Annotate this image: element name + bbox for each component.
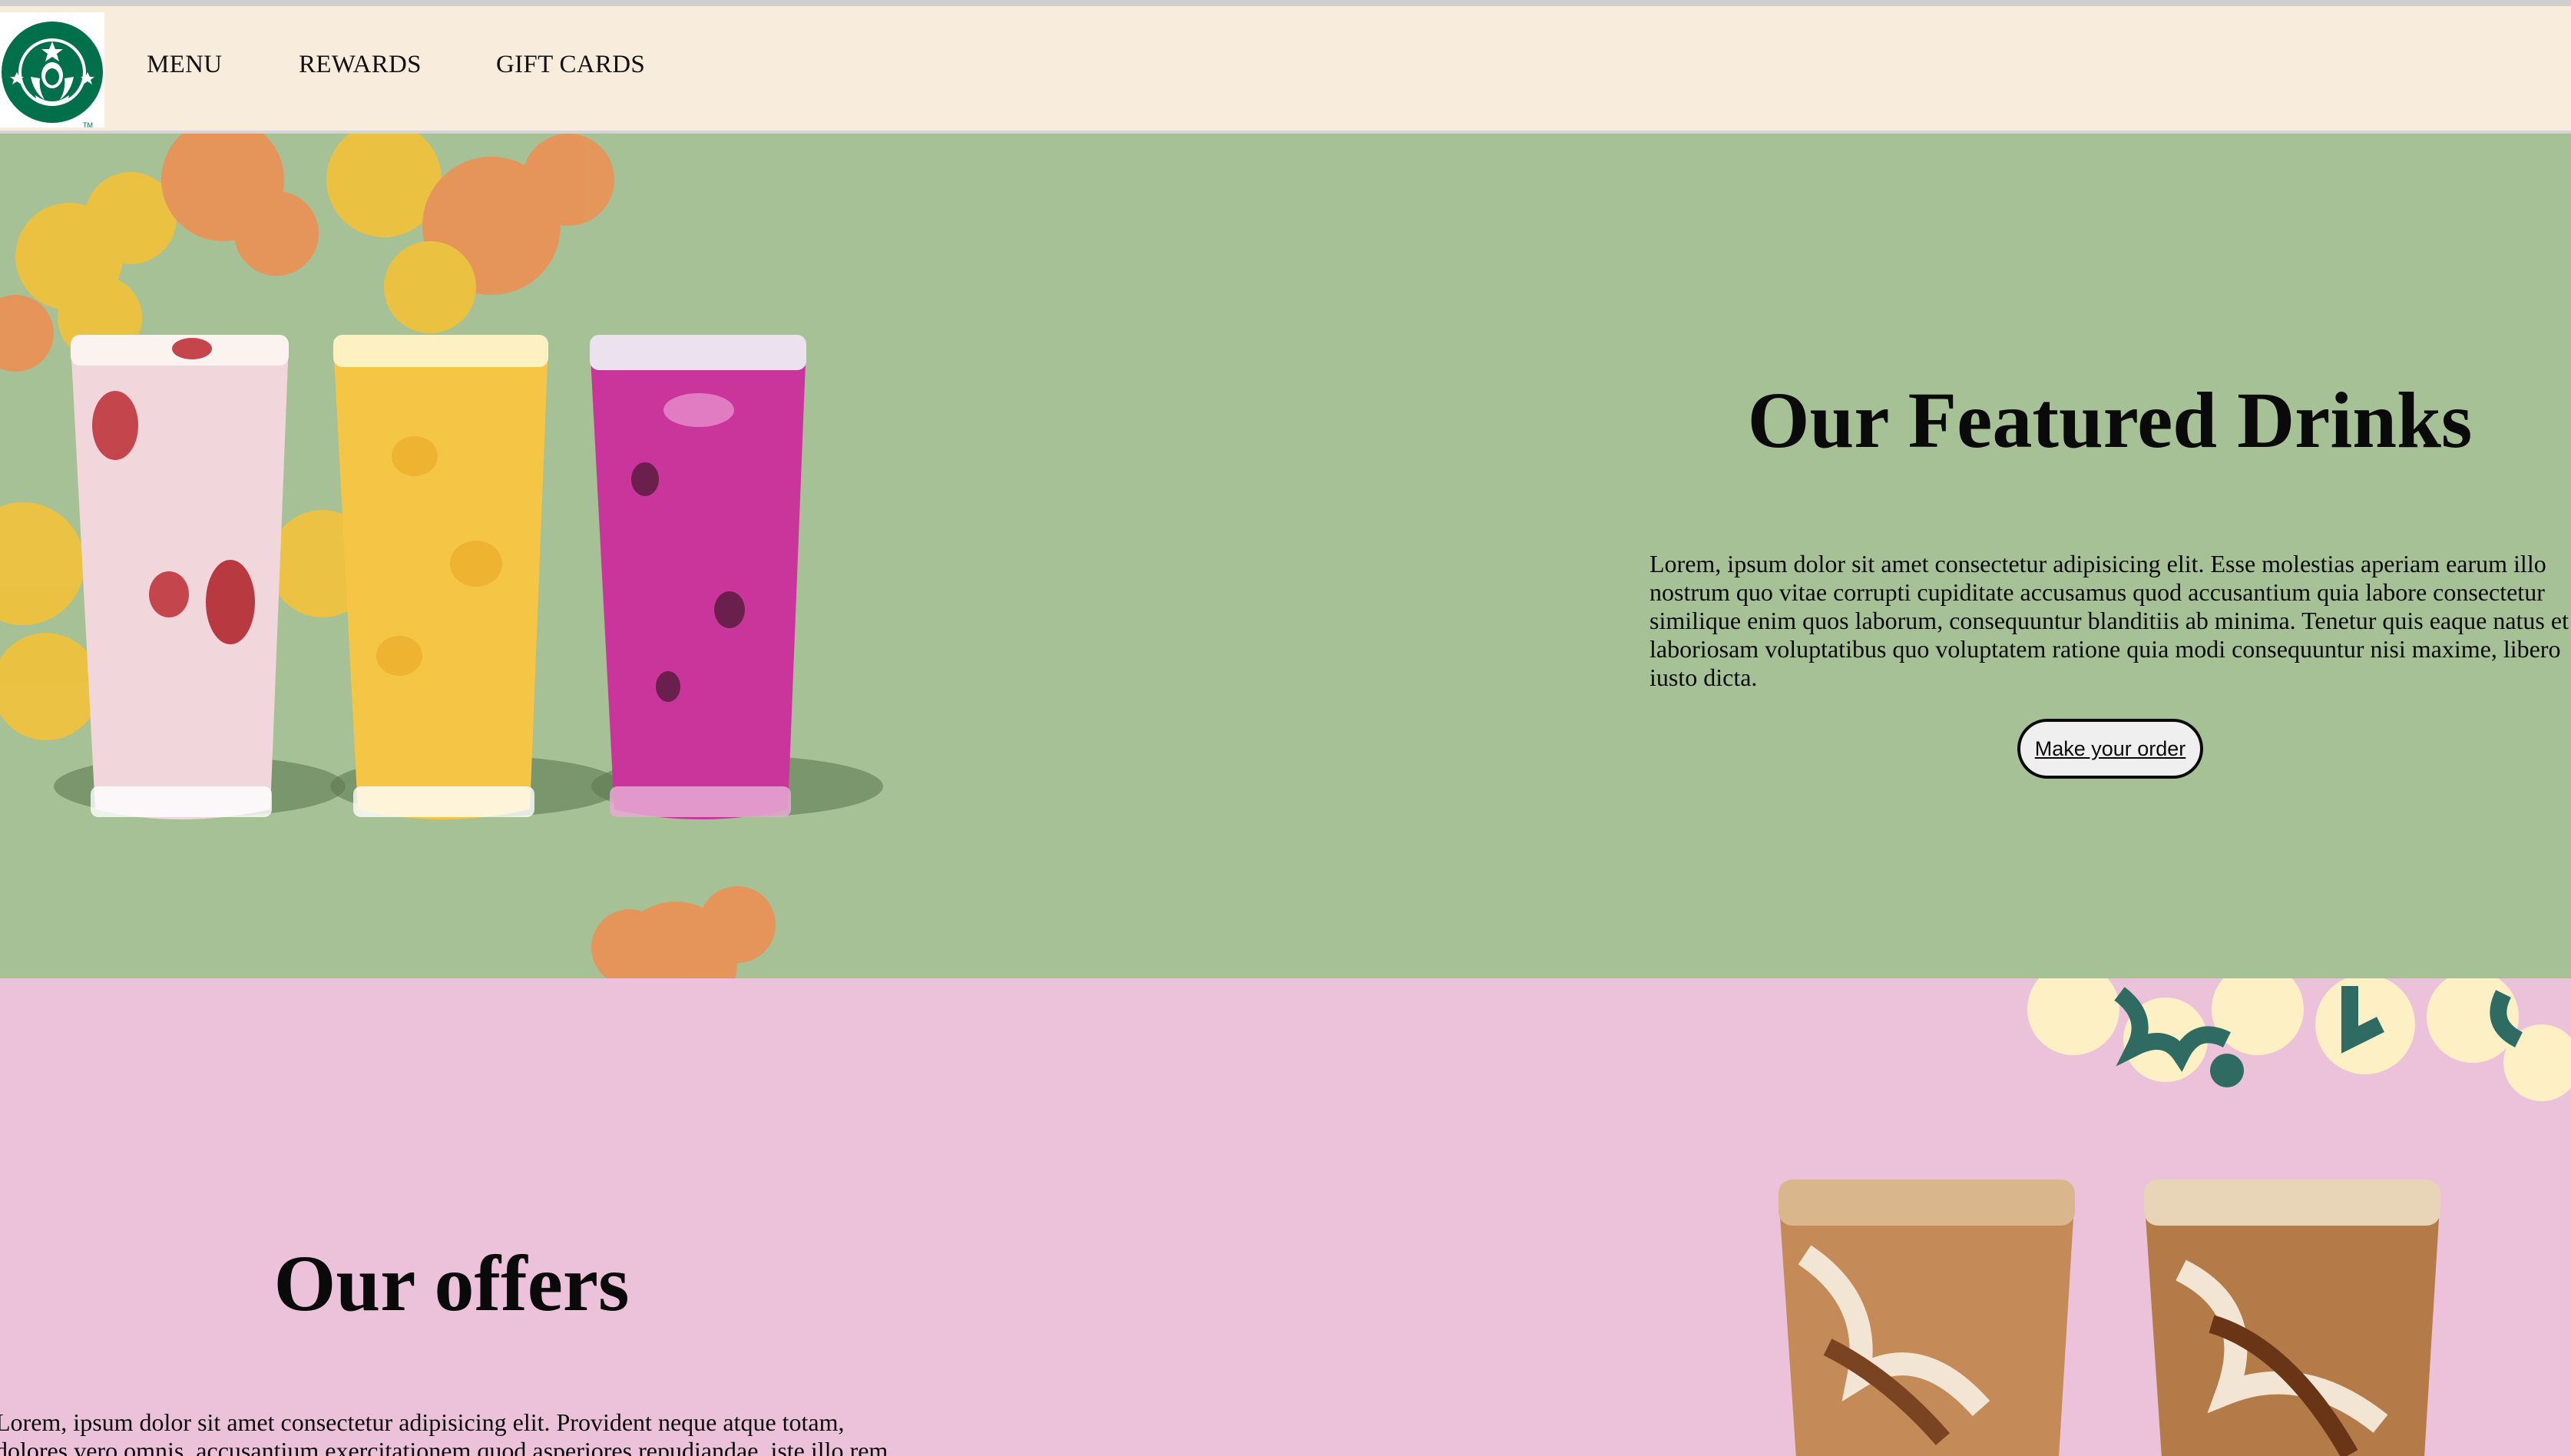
top-navigation-bar: TM MENU REWARDS GIFT CARDS: [0, 0, 2571, 134]
offers-title: Our offers: [273, 1239, 630, 1328]
three-iced-refresher-drinks-image: [0, 134, 883, 978]
offers-description: Lorem, ipsum dolor sit amet consectetur …: [0, 1408, 888, 1456]
starbucks-siren-logo-icon: TM: [2, 22, 103, 129]
two-iced-coffee-drinks-image: [1779, 978, 2571, 1456]
nav-link-rewards[interactable]: REWARDS: [299, 51, 422, 79]
nav-link-gift-cards[interactable]: GIFT CARDS: [496, 51, 645, 79]
featured-description: Lorem, ipsum dolor sit amet consectetur …: [1649, 550, 2569, 691]
featured-title: Our Featured Drinks: [1747, 376, 2473, 465]
make-your-order-button[interactable]: Make your order: [2017, 719, 2203, 779]
starbucks-logo[interactable]: TM: [0, 12, 104, 129]
nav-link-menu[interactable]: MENU: [147, 51, 222, 79]
featured-drinks-section: Our Featured Drinks Lorem, ipsum dolor s…: [0, 134, 2571, 978]
svg-text:TM: TM: [83, 121, 93, 127]
offers-section: Our offers Lorem, ipsum dolor sit amet c…: [0, 978, 2571, 1456]
